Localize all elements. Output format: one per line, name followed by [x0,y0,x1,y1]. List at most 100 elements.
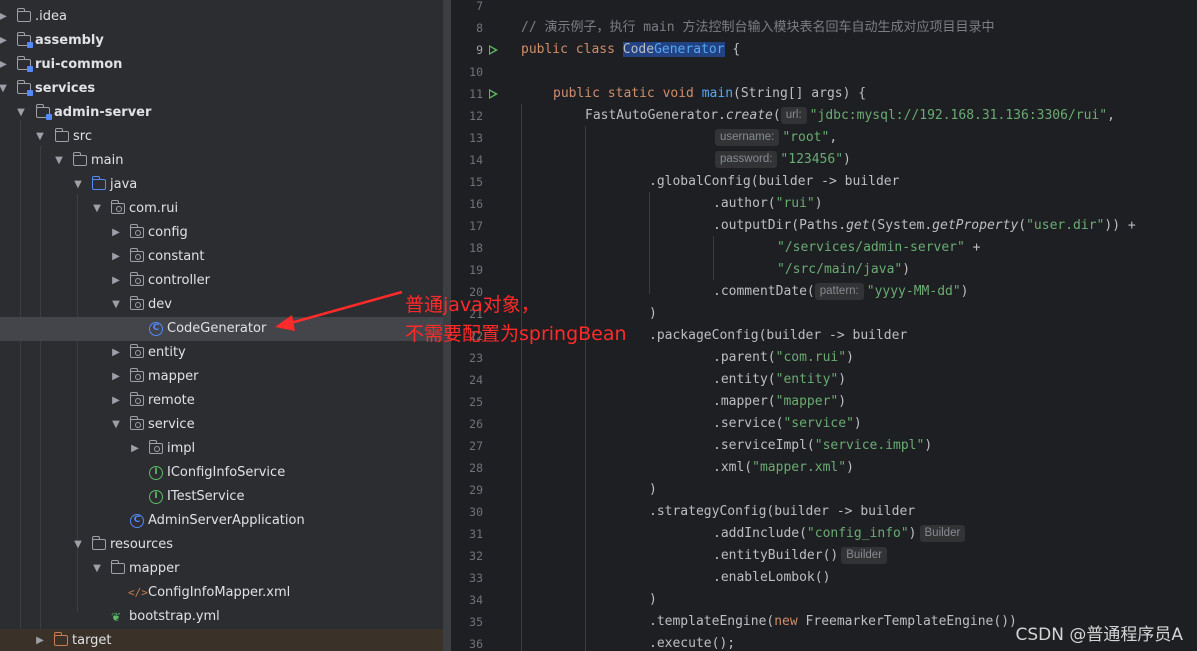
package-icon [130,272,144,286]
line-number: 29 [469,483,483,497]
tree-item-label: rui-common [35,57,123,72]
tree-item-label: main [91,153,124,168]
chevron-right-icon[interactable]: ▶ [33,629,47,651]
package-icon [130,368,144,382]
chevron-right-icon[interactable]: ▶ [109,221,123,245]
code-line-34[interactable]: ) [649,589,657,611]
tree-item-impl[interactable]: ▶ impl [0,437,443,461]
code-line-13[interactable]: username: "root", [715,127,837,149]
code-line-9[interactable]: public class CodeGenerator { [521,39,740,61]
chevron-down-icon[interactable]: ▼ [71,533,85,557]
tree-item-controller[interactable]: ▶ controller [0,269,443,293]
tree-item-iconfiginfoservice[interactable]: I IConfigInfoService [0,461,443,485]
line-number: 13 [469,131,483,145]
interface-icon: I [149,490,163,504]
tree-item-com-rui[interactable]: ▼ com.rui [0,197,443,221]
chevron-right-icon[interactable]: ▶ [109,341,123,365]
code-line-12[interactable]: FastAutoGenerator.create(url: "jdbc:mysql… [585,105,1115,127]
tree-item-java[interactable]: ▼ java [0,173,443,197]
tree-item-main[interactable]: ▼ main [0,149,443,173]
tree-item-config[interactable]: ▶ config [0,221,443,245]
code-line-27[interactable]: .serviceImpl("service.impl") [713,435,932,457]
line-number: 17 [469,219,483,233]
line-number: 19 [469,263,483,277]
tree-item-admin-server[interactable]: ▼ admin-server [0,101,443,125]
code-line-11[interactable]: public static void main(String[] args) { [553,83,866,105]
tree-item-label: src [73,129,92,144]
code-line-18[interactable]: "/services/admin-server" + [777,237,981,259]
code-line-21[interactable]: ) [649,303,657,325]
tree-item-remote[interactable]: ▶ remote [0,389,443,413]
tree-item-label: IConfigInfoService [167,465,286,480]
run-icon[interactable] [489,45,498,55]
module-folder-icon [17,32,33,48]
chevron-right-icon[interactable]: ▶ [109,389,123,413]
chevron-down-icon[interactable]: ▼ [14,101,28,125]
code-line-22[interactable]: .packageConfig(builder -> builder [649,325,907,347]
code-line-36[interactable]: .execute(); [649,633,735,651]
tree-item-idea[interactable]: ▶ .idea [0,5,443,29]
tree-item-rui-common[interactable]: ▶ rui-common [0,53,443,77]
tree-item-bootstrap-yml[interactable]: ❦ bootstrap.yml [0,605,443,629]
tree-item-resources[interactable]: ▼ resources [0,533,443,557]
chevron-down-icon[interactable]: ▼ [90,557,104,581]
chevron-right-icon[interactable]: ▶ [0,53,10,77]
chevron-down-icon[interactable]: ▼ [90,197,104,221]
code-line-19[interactable]: "/src/main/java") [777,259,910,281]
tree-item-assembly[interactable]: ▶ assembly [0,29,443,53]
tree-item-target[interactable]: ▶ target [0,629,443,651]
code-line-31[interactable]: .addInclude("config_info") Builder [713,523,968,545]
chevron-right-icon[interactable]: ▶ [109,245,123,269]
line-number: 15 [469,175,483,189]
tree-item-src[interactable]: ▼ src [0,125,443,149]
tree-item-configinfomapper-xml[interactable]: </> ConfigInfoMapper.xml [0,581,443,605]
chevron-right-icon[interactable]: ▶ [109,365,123,389]
code-line-33[interactable]: .enableLombok() [713,567,830,589]
code-line-20[interactable]: .commentDate(pattern: "yyyy-MM-dd") [713,281,969,303]
line-number: 31 [469,527,483,541]
code-line-17[interactable]: .outputDir(Paths.get(System.getProperty(… [713,215,1136,237]
code-line-28[interactable]: .xml("mapper.xml") [713,457,854,479]
code-line-14[interactable]: password: "123456") [715,149,851,171]
line-number: 27 [469,439,483,453]
chevron-right-icon[interactable]: ▶ [0,29,10,53]
code-line-23[interactable]: .parent("com.rui") [713,347,854,369]
chevron-down-icon[interactable]: ▼ [109,293,123,317]
run-icon[interactable] [489,89,498,99]
tree-item-codegenerator[interactable]: C CodeGenerator [0,317,443,341]
code-line-30[interactable]: .strategyConfig(builder -> builder [649,501,915,523]
code-line-32[interactable]: .entityBuilder() Builder [713,545,890,567]
annotation-line: 不需要配置为springBean [405,323,627,345]
code-line-24[interactable]: .entity("entity") [713,369,846,391]
tree-item-label: AdminServerApplication [148,513,305,528]
code-line-15[interactable]: .globalConfig(builder -> builder [649,171,899,193]
line-number: 7 [476,0,483,13]
code-line-16[interactable]: .author("rui") [713,193,823,215]
chevron-down-icon[interactable]: ▼ [0,77,10,101]
code-line-8[interactable]: // 演示例子，执行 main 方法控制台输入模块表名回车自动生成对应项目目录中 [521,17,994,39]
tree-item-label: controller [148,273,211,288]
module-folder-icon [17,80,33,96]
tree-item-adminserverapplication[interactable]: C AdminServerApplication [0,509,443,533]
chevron-down-icon[interactable]: ▼ [71,173,85,197]
line-number: 34 [469,593,483,607]
code-line-26[interactable]: .service("service") [713,413,862,435]
chevron-down-icon[interactable]: ▼ [52,149,66,173]
tree-item-label: ConfigInfoMapper.xml [148,585,291,600]
code-line-25[interactable]: .mapper("mapper") [713,391,846,413]
chevron-right-icon[interactable]: ▶ [109,269,123,293]
tree-item-entity[interactable]: ▶ entity [0,341,443,365]
tree-item-resources-mapper[interactable]: ▼ mapper [0,557,443,581]
tree-item-mapper[interactable]: ▶ mapper [0,365,443,389]
tree-item-service[interactable]: ▼ service [0,413,443,437]
chevron-down-icon[interactable]: ▼ [109,413,123,437]
code-line-29[interactable]: ) [649,479,657,501]
tree-item-services[interactable]: ▼ services [0,77,443,101]
code-line-35[interactable]: .templateEngine(new FreemarkerTemplateEn… [649,611,1017,633]
tree-item-constant[interactable]: ▶ constant [0,245,443,269]
tree-item-dev[interactable]: ▼ dev [0,293,443,317]
chevron-down-icon[interactable]: ▼ [33,125,47,149]
chevron-right-icon[interactable]: ▶ [128,437,142,461]
tree-item-itestservice[interactable]: I ITestService [0,485,443,509]
chevron-right-icon[interactable]: ▶ [0,5,10,29]
